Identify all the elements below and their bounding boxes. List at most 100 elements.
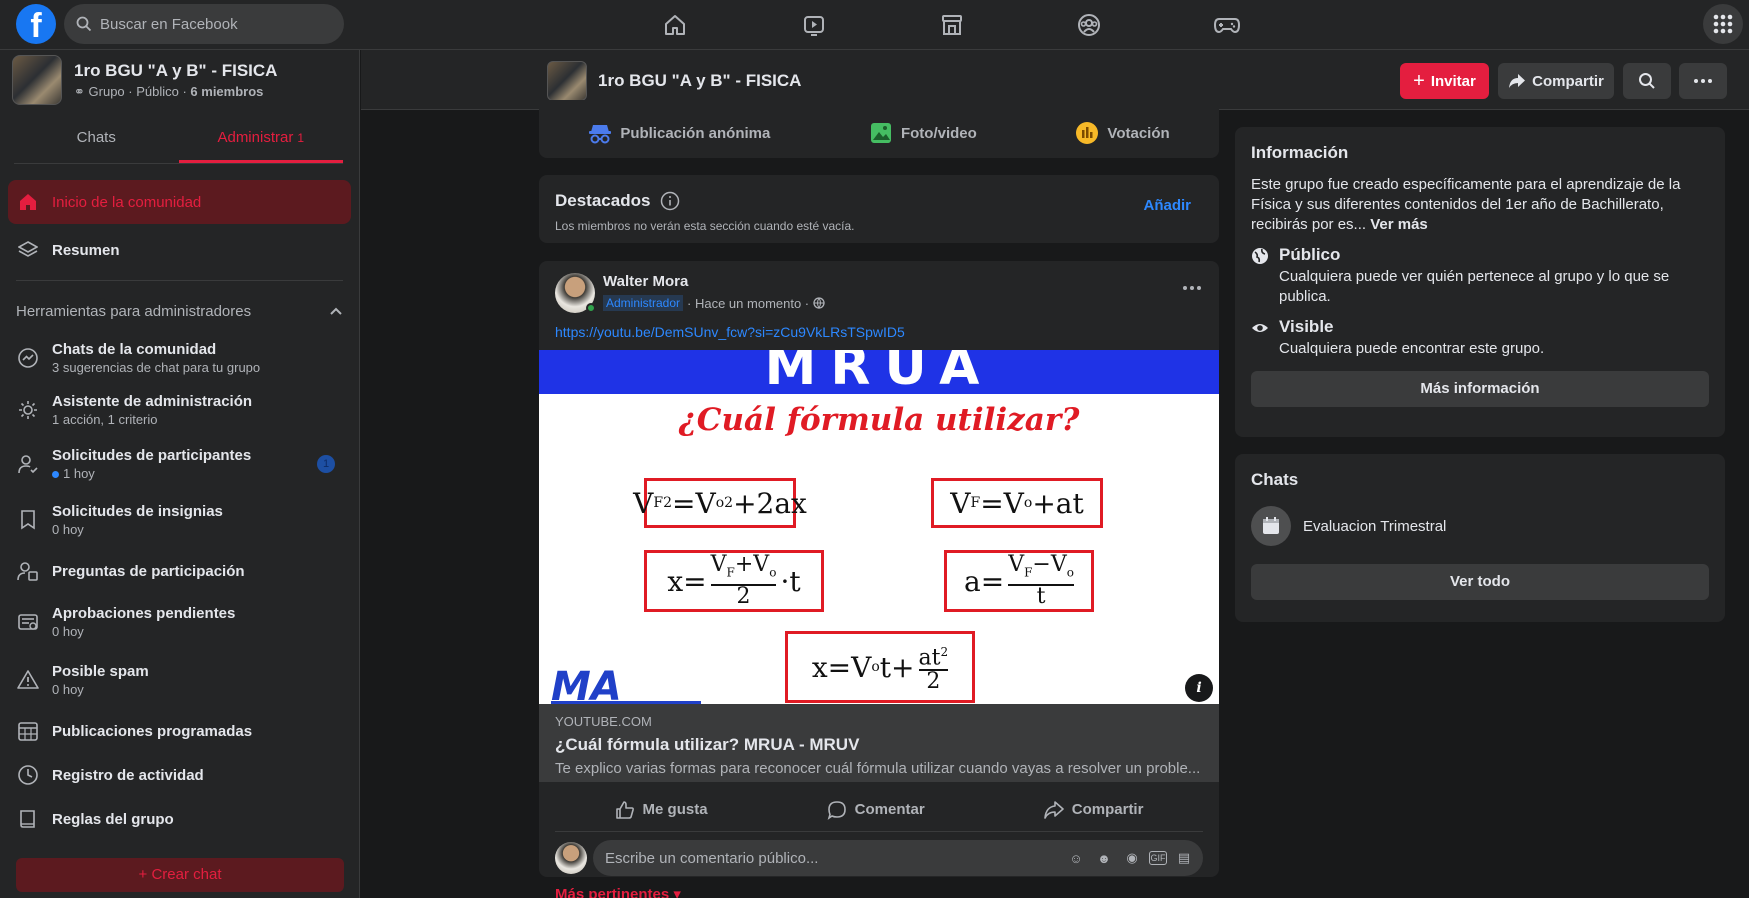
sidebar-item-participation-questions[interactable]: Preguntas de participación <box>8 549 351 593</box>
sidebar-item-community-chats[interactable]: Chats de la comunidad 3 sugerencias de ch… <box>8 333 351 383</box>
comment-input[interactable] <box>605 849 1059 867</box>
unread-dot <box>52 471 59 478</box>
sidebar-tabs: Chats Administrar 1 <box>14 124 343 164</box>
comment-input-box[interactable]: ☺ ☻ ◉ GIF ▤ <box>593 840 1203 876</box>
sidebar-item-badge-requests[interactable]: Solicitudes de insignias 0 hoy <box>8 491 351 549</box>
admin-tools-header[interactable]: Herramientas para administradores <box>0 289 359 333</box>
more-info-button[interactable]: Más información <box>1251 371 1709 407</box>
avatar-sticker-icon[interactable]: ☺ <box>1065 851 1087 866</box>
tab-chats[interactable]: Chats <box>14 124 179 163</box>
eye-icon <box>1252 324 1268 332</box>
camera-icon[interactable]: ◉ <box>1121 850 1143 866</box>
invite-label: Invitar <box>1430 72 1476 90</box>
more-options-button[interactable] <box>1679 63 1727 99</box>
see-all-chats-button[interactable]: Ver todo <box>1251 564 1709 600</box>
messenger-icon <box>16 346 40 370</box>
anonymous-post-button[interactable]: Publicación anónima <box>588 122 770 144</box>
search-box[interactable] <box>64 4 344 44</box>
sidebar-item-label: Publicaciones programadas <box>52 722 253 740</box>
post-author-name[interactable]: Walter Mora <box>603 273 825 290</box>
photo-video-label: Foto/video <box>900 124 977 142</box>
chat-list-item[interactable]: Evaluacion Trimestral <box>1251 506 1709 546</box>
like-button[interactable]: Me gusta <box>615 800 708 820</box>
home-icon[interactable] <box>659 9 691 41</box>
sidebar-item-admin-assistant[interactable]: Asistente de administración 1 acción, 1 c… <box>8 383 351 437</box>
top-navigation-bar: f <box>0 0 1749 50</box>
plus-icon: + <box>138 866 148 883</box>
thumbs-up-icon <box>615 800 634 819</box>
add-featured-button[interactable]: Añadir <box>1143 197 1191 214</box>
notification-badge: 1 <box>317 455 335 473</box>
group-members-count[interactable]: 6 miembros <box>190 84 263 99</box>
sidebar-item-label: Aprobaciones pendientes <box>52 605 236 622</box>
comment-button[interactable]: Comentar <box>827 800 925 820</box>
sidebar-item-pending-approvals[interactable]: Aprobaciones pendientes 0 hoy <box>8 593 351 651</box>
page-title[interactable]: 1ro BGU "A y B" - FISICA <box>598 71 801 91</box>
post-options-button[interactable] <box>1183 277 1201 294</box>
link-info-button[interactable]: i <box>1185 674 1213 702</box>
formula-box: a= VF−Vo t <box>944 550 1094 612</box>
share-group-label: Compartir <box>1532 72 1604 90</box>
sidebar-item-scheduled-posts[interactable]: Publicaciones programadas <box>8 709 351 753</box>
thumbnail-banner: MRUA <box>539 350 1219 394</box>
invite-button[interactable]: + Invitar <box>1400 63 1489 99</box>
sidebar-item-member-requests[interactable]: Solicitudes de participantes 1 hoy 1 <box>8 437 351 491</box>
sidebar-item-label: Inicio de la comunidad <box>52 193 202 211</box>
sidebar-item-summary[interactable]: Resumen <box>8 228 351 272</box>
sidebar-item-sublabel: 1 hoy <box>52 466 251 481</box>
poll-label: Votación <box>1107 124 1170 142</box>
create-chat-button[interactable]: + Crear chat <box>16 858 344 892</box>
current-user-avatar[interactable] <box>555 842 587 874</box>
about-title: Información <box>1251 143 1349 162</box>
share-post-button[interactable]: Compartir <box>1043 800 1143 819</box>
comment-label: Comentar <box>854 801 925 818</box>
sidebar-item-group-rules[interactable]: Reglas del grupo <box>8 797 351 841</box>
sidebar-item-potential-spam[interactable]: Posible spam 0 hoy <box>8 651 351 709</box>
sort-comments-dropdown[interactable]: Más pertinentes ▾ <box>555 885 681 898</box>
see-more-link[interactable]: Ver más <box>1370 216 1428 233</box>
comment-composer: ☺ ☻ ◉ GIF ▤ <box>555 840 1203 876</box>
about-card: Información Este grupo fue creado especí… <box>1235 127 1725 437</box>
menu-grid-button[interactable] <box>1703 4 1743 44</box>
video-thumbnail[interactable]: MRUA ¿Cuál fórmula utilizar? V F 2 =V o 2 +2ax… <box>539 350 1219 704</box>
sidebar-item-label: Registro de actividad <box>52 766 204 784</box>
group-header-thumbnail[interactable] <box>547 61 587 101</box>
sticker-icon[interactable]: ▤ <box>1173 850 1195 866</box>
visibility-title: Visible <box>1279 317 1334 336</box>
share-group-button[interactable]: Compartir <box>1498 63 1614 99</box>
more-horizontal-icon <box>1694 79 1712 83</box>
sidebar-item-sublabel: 0 hoy <box>52 682 84 697</box>
person-question-icon <box>16 559 40 583</box>
person-check-icon <box>16 452 40 476</box>
emoji-icon[interactable]: ☻ <box>1093 851 1115 866</box>
post-actions: Me gusta Comentar Compartir <box>555 788 1203 832</box>
search-input[interactable] <box>100 15 320 33</box>
privacy-title: Público <box>1279 245 1341 264</box>
tab-administrar[interactable]: Administrar 1 <box>178 124 343 163</box>
gaming-icon[interactable] <box>1211 9 1243 41</box>
poll-button[interactable]: Votación <box>1075 121 1170 145</box>
gif-icon[interactable]: GIF <box>1149 851 1167 865</box>
sidebar-item-activity-log[interactable]: Registro de actividad <box>8 753 351 797</box>
photo-video-button[interactable]: Foto/video <box>869 121 977 145</box>
visibility-description: Cualquiera puede encontrar este grupo. <box>1279 340 1545 357</box>
sidebar-group-header[interactable]: 1ro BGU "A y B" - FISICA ⚭ Grupo · Públi… <box>0 50 359 110</box>
post-timestamp[interactable]: · Hace un momento · <box>687 296 809 311</box>
formula-box: V F 2 =V o 2 +2ax <box>633 478 807 528</box>
post-link[interactable]: https://youtu.be/DemSUnv_fcw?si=zCu9VkLR… <box>555 324 905 340</box>
facebook-logo[interactable]: f <box>16 4 56 44</box>
author-avatar[interactable] <box>555 273 596 313</box>
clock-icon <box>16 763 40 787</box>
sidebar-item-community-home[interactable]: Inicio de la comunidad <box>8 180 351 224</box>
groups-icon[interactable] <box>1073 9 1105 41</box>
video-icon[interactable] <box>798 9 830 41</box>
tab-administrar-label: Administrar <box>217 129 294 146</box>
link-preview[interactable]: YOUTUBE.COM ¿Cuál fórmula utilizar? MRUA… <box>539 704 1219 782</box>
thumbnail-question: ¿Cuál fórmula utilizar? <box>678 402 1080 438</box>
group-search-button[interactable] <box>1623 63 1671 99</box>
photo-icon <box>870 123 891 143</box>
marketplace-icon[interactable] <box>936 9 968 41</box>
sidebar-item-label: Reglas del grupo <box>52 810 174 828</box>
info-icon[interactable] <box>660 191 680 211</box>
like-label: Me gusta <box>642 801 708 818</box>
